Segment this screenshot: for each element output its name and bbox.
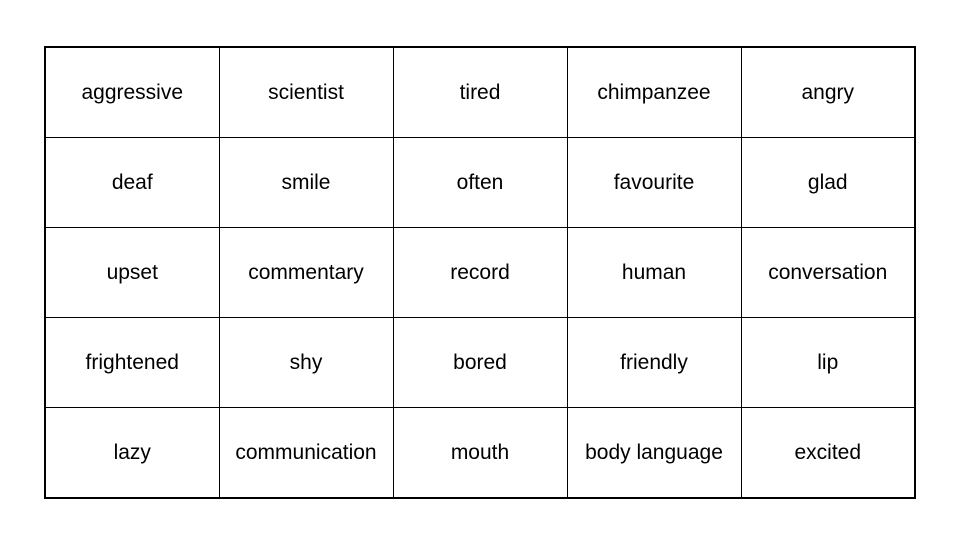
table-row: aggressive scientist tired chimpanzee an… <box>44 46 916 138</box>
vocabulary-word-grid: aggressive scientist tired chimpanzee an… <box>44 46 916 499</box>
word-cell: body language <box>566 407 742 499</box>
word-cell: glad <box>740 137 916 228</box>
word-cell: communication <box>218 407 394 499</box>
word-cell: upset <box>44 227 220 318</box>
word-cell: human <box>566 227 742 318</box>
word-cell: favourite <box>566 137 742 228</box>
word-cell: deaf <box>44 137 220 228</box>
word-cell: excited <box>740 407 916 499</box>
word-grid-body: aggressive scientist tired chimpanzee an… <box>44 46 916 499</box>
word-cell: often <box>392 137 568 228</box>
word-cell: shy <box>218 317 394 408</box>
table-row: upset commentary record human conversati… <box>44 227 916 318</box>
word-cell: angry <box>740 46 916 138</box>
word-cell: frightened <box>44 317 220 408</box>
word-cell: conversation <box>740 227 916 318</box>
table-row: deaf smile often favourite glad <box>44 137 916 228</box>
word-cell: commentary <box>218 227 394 318</box>
word-cell: bored <box>392 317 568 408</box>
table-row: lazy communication mouth body language e… <box>44 407 916 499</box>
word-cell: smile <box>218 137 394 228</box>
word-cell: lip <box>740 317 916 408</box>
word-cell: lazy <box>44 407 220 499</box>
word-cell: mouth <box>392 407 568 499</box>
word-cell: aggressive <box>44 46 220 138</box>
table-row: frightened shy bored friendly lip <box>44 317 916 408</box>
word-cell: scientist <box>218 46 394 138</box>
word-cell: record <box>392 227 568 318</box>
word-cell: friendly <box>566 317 742 408</box>
word-cell: chimpanzee <box>566 46 742 138</box>
word-cell: tired <box>392 46 568 138</box>
